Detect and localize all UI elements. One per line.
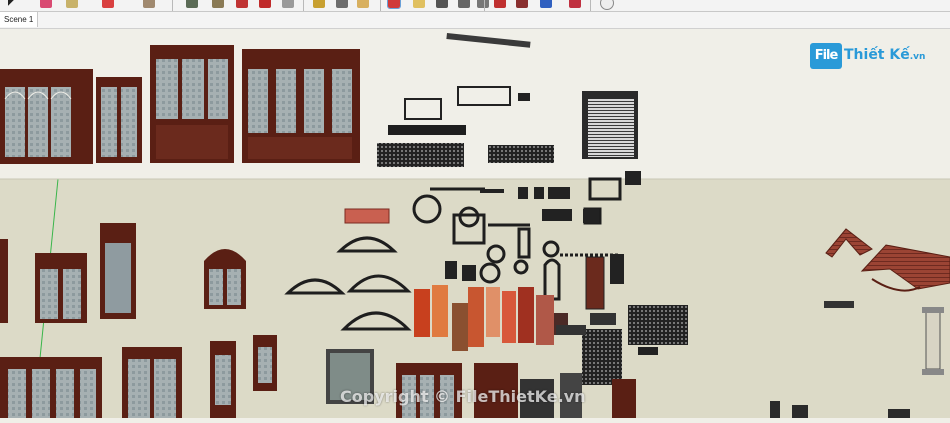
brick-sample <box>344 208 390 224</box>
pencil-icon[interactable] <box>66 0 78 8</box>
copyright-watermark: Copyright © FileThietKe.vn <box>340 387 586 406</box>
scene-tabs: Scene 1 <box>0 12 950 29</box>
site-logo: File Thiết Kế.vn <box>810 43 925 71</box>
door-model-1 <box>0 69 93 164</box>
zoom-icon[interactable] <box>477 0 489 8</box>
logo-text: Thiết Kế.vn <box>844 47 925 63</box>
toolbar-separator <box>590 0 591 11</box>
model-canvas <box>0 29 950 419</box>
toolbar-separator <box>380 0 381 11</box>
dimension-icon[interactable] <box>313 0 325 8</box>
rotate-icon[interactable] <box>236 0 248 8</box>
warehouse-icon[interactable] <box>516 0 528 8</box>
tab-scene-1[interactable]: Scene 1 <box>0 12 39 27</box>
toolbar-separator <box>303 0 304 11</box>
pan-icon[interactable] <box>458 0 470 8</box>
logo-main-text: Thiết Kế <box>844 47 910 63</box>
window-model-3 <box>204 249 246 309</box>
sandbox-icon[interactable] <box>600 0 614 10</box>
push-pull-icon[interactable] <box>186 0 198 8</box>
door-model-6 <box>122 347 182 418</box>
component-icon[interactable] <box>569 0 581 8</box>
extension-icon[interactable] <box>540 0 552 8</box>
logo-box: File <box>810 43 842 69</box>
logo-suffix: .vn <box>909 52 926 62</box>
text-icon[interactable] <box>357 0 369 8</box>
eraser-icon[interactable] <box>40 0 52 8</box>
paint-icon[interactable] <box>143 0 155 8</box>
3d-viewport[interactable]: File Thiết Kế.vn <box>0 29 950 419</box>
orbit-icon[interactable] <box>436 0 448 8</box>
window-model-2 <box>100 223 136 319</box>
axes-icon[interactable] <box>387 0 401 9</box>
bracket-model <box>824 301 854 308</box>
tape-measure-icon[interactable] <box>282 0 294 8</box>
door-model-2 <box>96 77 142 163</box>
door-model-5 <box>0 357 102 418</box>
line-icon[interactable] <box>102 0 114 8</box>
offset-icon[interactable] <box>259 0 271 8</box>
move-icon[interactable] <box>212 0 224 8</box>
roller-shutter-model <box>582 91 638 159</box>
select-arrow-icon[interactable] <box>8 0 20 8</box>
door-model-4 <box>242 49 360 163</box>
toolbar-separator <box>172 0 173 11</box>
toolbar <box>0 0 950 12</box>
toolbar-separator <box>484 0 485 11</box>
zoom-extents-icon[interactable] <box>494 0 506 8</box>
protractor-icon[interactable] <box>336 0 348 8</box>
3d-text-icon[interactable] <box>413 0 425 8</box>
door-model-3 <box>150 45 234 163</box>
